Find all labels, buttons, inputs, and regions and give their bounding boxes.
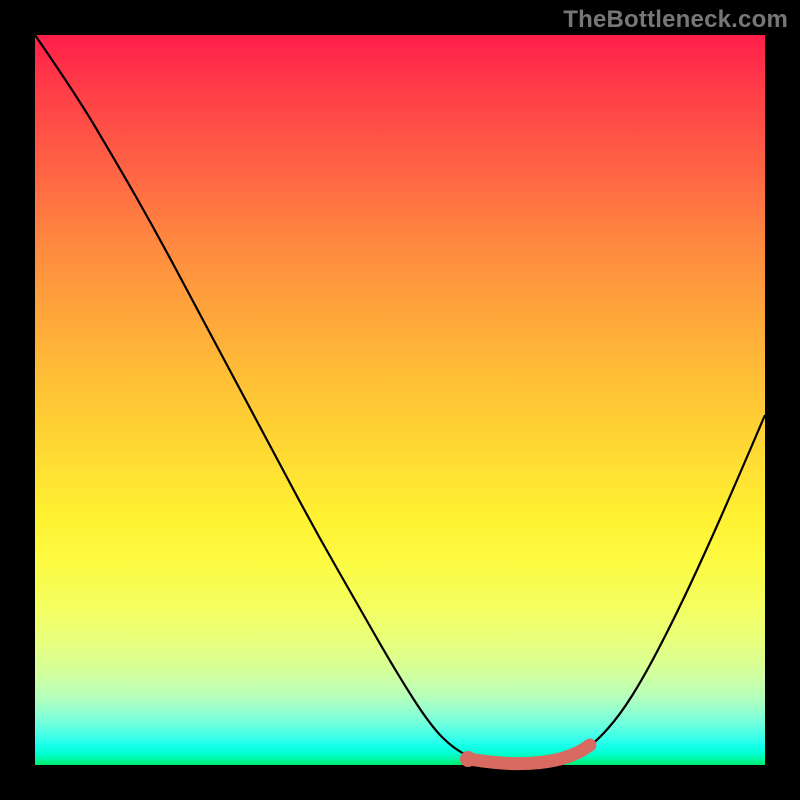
chart-svg [35,35,765,765]
bottleneck-curve [35,35,765,764]
optimal-start-dot [460,751,476,767]
optimal-highlight [468,745,590,764]
chart-frame: TheBottleneck.com [0,0,800,800]
plot-area [35,35,765,765]
watermark-text: TheBottleneck.com [563,6,788,34]
